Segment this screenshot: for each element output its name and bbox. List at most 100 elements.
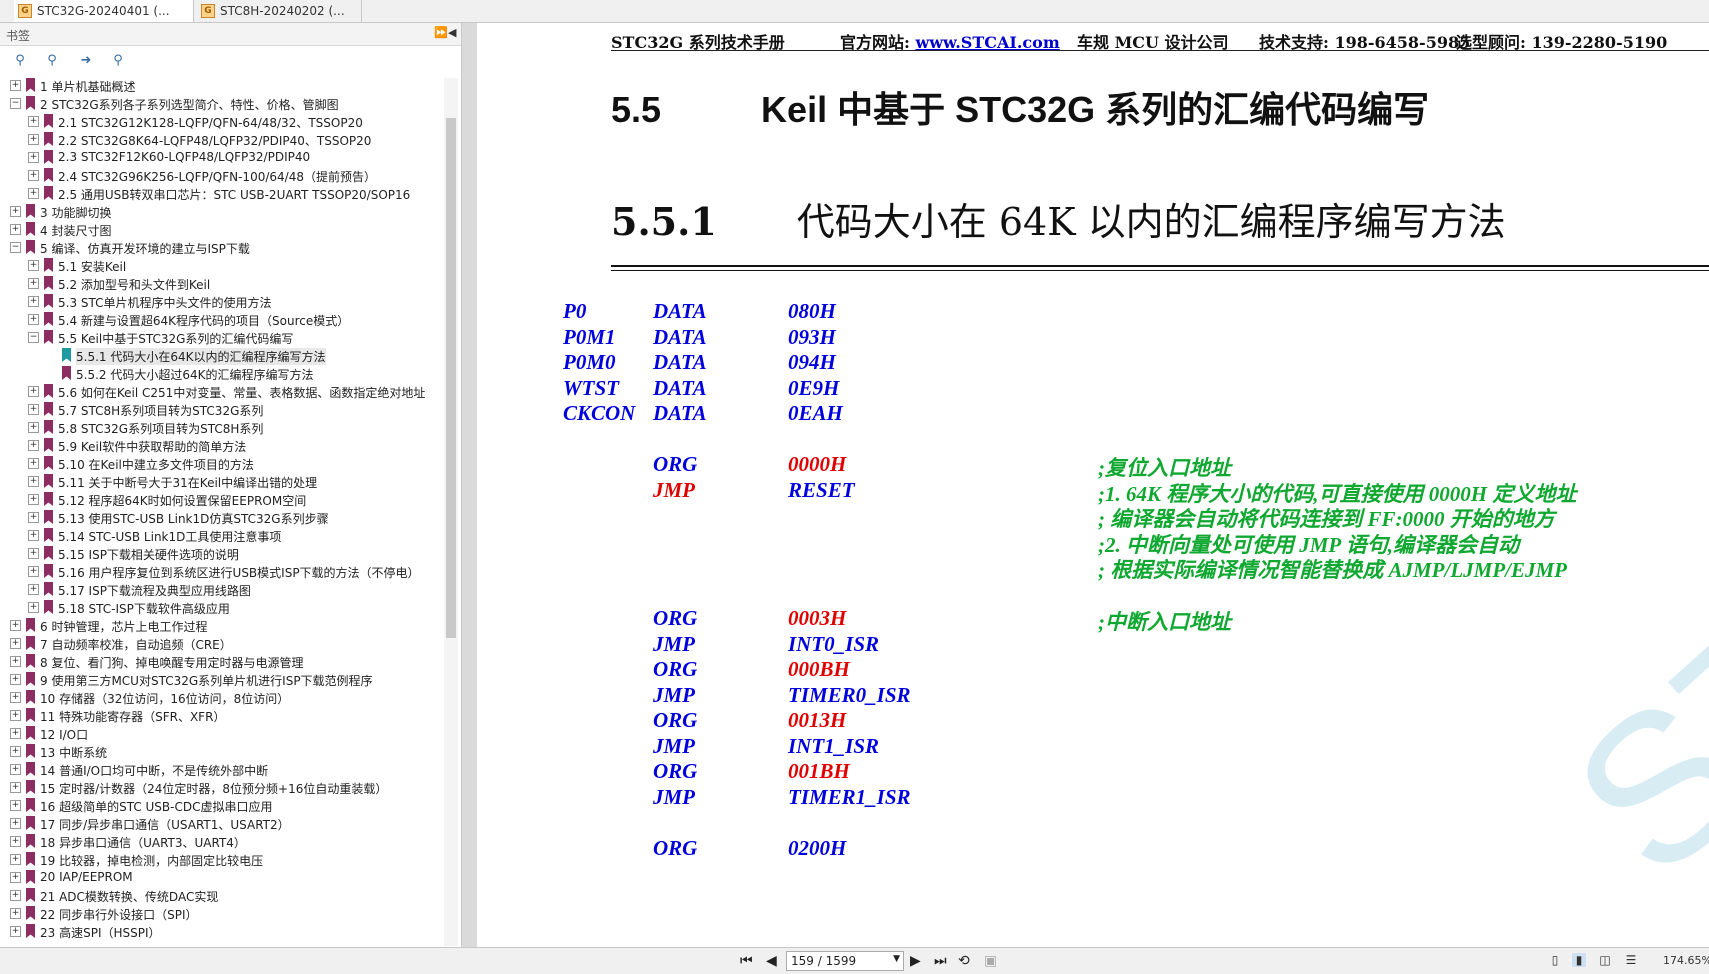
collapse-panel-icon[interactable]: ◀ <box>448 26 456 39</box>
expand-toggle-icon[interactable]: + <box>10 926 21 937</box>
bookmark-item[interactable]: +23 高速SPI（HSSPI） <box>0 922 440 940</box>
bookmark-item[interactable]: +5.15 ISP下载相关硬件选项的说明 <box>0 544 440 562</box>
expand-toggle-icon[interactable]: + <box>28 386 39 397</box>
fit-icon[interactable]: ▣ <box>984 953 997 969</box>
expand-toggle-icon[interactable]: + <box>10 656 21 667</box>
expand-toggle-icon[interactable]: + <box>10 692 21 703</box>
expand-toggle-icon[interactable]: + <box>28 458 39 469</box>
bookmark-item[interactable]: +22 同步串行外设接口（SPI） <box>0 904 440 922</box>
bookmark-item[interactable]: +5.10 在Keil中建立多文件项目的方法 <box>0 454 440 472</box>
bookmark-item[interactable]: +5.13 使用STC-USB Link1D仿真STC32G系列步骤 <box>0 508 440 526</box>
bookmark-item[interactable]: +4 封装尺寸图 <box>0 220 440 238</box>
bookmark-expand-icon[interactable]: ⚲ <box>12 53 28 69</box>
bookmark-item[interactable]: +5.14 STC-USB Link1D工具使用注意事项 <box>0 526 440 544</box>
expand-toggle-icon[interactable]: + <box>28 566 39 577</box>
bookmark-item[interactable]: − 5.5 Keil中基于STC32G系列的汇编代码编写 <box>0 328 440 346</box>
first-page-icon[interactable]: ⏮ <box>740 953 753 969</box>
expand-toggle-icon[interactable]: + <box>10 638 21 649</box>
bookmark-item[interactable]: +6 时钟管理，芯片上电工作过程 <box>0 616 440 634</box>
bookmark-item[interactable]: +5.1 安装Keil <box>0 256 440 274</box>
bookmark-item[interactable]: +5.2 添加型号和头文件到Keil <box>0 274 440 292</box>
expand-toggle-icon[interactable]: + <box>10 764 21 775</box>
bookmark-item[interactable]: +16 超级简单的STC USB-CDC虚拟串口应用 <box>0 796 440 814</box>
bookmark-item[interactable]: 5.5.1 代码大小在64K以内的汇编程序编写方法 <box>0 346 440 365</box>
expand-toggle-icon[interactable]: + <box>10 674 21 685</box>
bookmark-find-icon[interactable]: ⚲ <box>110 53 126 69</box>
expand-toggle-icon[interactable]: + <box>28 152 39 163</box>
bookmark-item[interactable]: +13 中断系统 <box>0 742 440 760</box>
bookmark-item[interactable]: +21 ADC模数转换、传统DAC实现 <box>0 886 440 904</box>
bookmark-item[interactable]: +19 比较器，掉电检测，内部固定比较电压 <box>0 850 440 868</box>
expand-toggle-icon[interactable]: + <box>10 890 21 901</box>
expand-toggle-icon[interactable]: + <box>28 512 39 523</box>
panel-splitter[interactable] <box>462 23 477 947</box>
bookmark-item[interactable]: +5.9 Keil软件中获取帮助的简单方法 <box>0 436 440 454</box>
expand-toggle-icon[interactable]: + <box>28 116 39 127</box>
expand-toggle-icon[interactable]: + <box>10 728 21 739</box>
bookmark-item[interactable]: +9 使用第三方MCU对STC32G系列单片机进行ISP下载范例程序 <box>0 670 440 688</box>
expand-toggle-icon[interactable]: + <box>10 854 21 865</box>
next-page-icon[interactable]: ▶ <box>910 953 921 969</box>
page-number-field[interactable]: 159 / 1599 ▼ <box>786 951 904 971</box>
expand-toggle-icon[interactable]: + <box>10 224 21 235</box>
expand-toggle-icon[interactable]: + <box>10 800 21 811</box>
rotate-icon[interactable]: ⟲ <box>958 953 970 969</box>
bookmark-item[interactable]: +11 特殊功能寄存器（SFR、XFR） <box>0 706 440 724</box>
bookmark-item[interactable]: 5.5.2 代码大小超过64K的汇编程序编写方法 <box>0 364 440 382</box>
expand-toggle-icon[interactable]: + <box>10 206 21 217</box>
bookmark-item[interactable]: +20 IAP/EEPROM <box>0 868 440 886</box>
expand-toggle-icon[interactable]: + <box>28 422 39 433</box>
expand-toggle-icon[interactable]: + <box>10 782 21 793</box>
expand-toggle-icon[interactable]: − <box>10 242 21 253</box>
bookmark-item[interactable]: +2.1 STC32G12K128-LQFP/QFN-64/48/32、TSSO… <box>0 112 440 130</box>
bookmark-goto-icon[interactable]: ➜ <box>78 53 94 69</box>
expand-toggle-icon[interactable]: + <box>10 710 21 721</box>
bookmark-item[interactable]: +12 I/O口 <box>0 724 440 742</box>
expand-toggle-icon[interactable]: + <box>28 530 39 541</box>
two-page-icon[interactable]: ◫ <box>1598 953 1612 967</box>
expand-toggle-icon[interactable]: + <box>28 440 39 451</box>
expand-toggle-icon[interactable]: − <box>28 332 39 343</box>
expand-toggle-icon[interactable]: + <box>10 872 21 883</box>
expand-toggle-icon[interactable]: + <box>10 818 21 829</box>
chevron-down-icon[interactable]: ▼ <box>893 954 900 964</box>
bookmark-item[interactable]: +5.8 STC32G系列项目转为STC8H系列 <box>0 418 440 436</box>
expand-toggle-icon[interactable]: + <box>28 260 39 271</box>
bookmark-item[interactable]: +7 自动频率校准，自动追频（CRE） <box>0 634 440 652</box>
single-page-icon[interactable]: ▯ <box>1548 953 1562 967</box>
bookmark-item[interactable]: +14 普通I/O口均可中断，不是传统外部中断 <box>0 760 440 778</box>
expand-toggle-icon[interactable]: + <box>10 836 21 847</box>
bookmark-item[interactable]: +15 定时器/计数器（24位定时器，8位预分频+16位自动重装载） <box>0 778 440 796</box>
bookmark-item[interactable]: +17 同步/异步串口通信（USART1、USART2） <box>0 814 440 832</box>
bookmark-item[interactable]: +18 异步串口通信（UART3、UART4） <box>0 832 440 850</box>
bookmark-item[interactable]: +2.4 STC32G96K256-LQFP/QFN-100/64/48（提前预… <box>0 166 440 184</box>
expand-toggle-icon[interactable]: + <box>28 296 39 307</box>
expand-toggle-icon[interactable]: + <box>10 746 21 757</box>
expand-toggle-icon[interactable]: + <box>10 908 21 919</box>
bookmark-item[interactable]: +1 单片机基础概述 <box>0 76 440 94</box>
bookmark-collapse-icon[interactable]: ⚲ <box>44 53 60 69</box>
last-page-icon[interactable]: ⏭ <box>934 953 947 969</box>
bookmark-item[interactable]: +5.4 新建与设置超64K程序代码的项目（Source模式） <box>0 310 440 328</box>
bookmark-item[interactable]: +5.7 STC8H系列项目转为STC32G系列 <box>0 400 440 418</box>
expand-toggle-icon[interactable]: + <box>28 602 39 613</box>
bookmark-item[interactable]: +3 功能脚切换 <box>0 202 440 220</box>
bookmark-item[interactable]: +5.17 ISP下载流程及典型应用线路图 <box>0 580 440 598</box>
header-site-link[interactable]: www.STCAI.com <box>915 33 1059 52</box>
expand-toggle-icon[interactable]: + <box>28 404 39 415</box>
bookmark-item[interactable]: +10 存储器（32位访问，16位访问，8位访问） <box>0 688 440 706</box>
expand-toggle-icon[interactable]: − <box>10 98 21 109</box>
two-page-continuous-icon[interactable]: ☰ <box>1624 953 1638 967</box>
expand-panel-icon[interactable]: ⏩ <box>434 26 448 39</box>
zoom-level[interactable]: 174.65% <box>1663 954 1709 967</box>
bookmark-item[interactable]: +2.3 STC32F12K60-LQFP48/LQFP32/PDIP40 <box>0 148 440 166</box>
expand-toggle-icon[interactable]: + <box>28 584 39 595</box>
bookmark-item[interactable]: +8 复位、看门狗、掉电唤醒专用定时器与电源管理 <box>0 652 440 670</box>
prev-page-icon[interactable]: ◀ <box>766 953 777 969</box>
expand-toggle-icon[interactable]: + <box>28 278 39 289</box>
tab-stc32g[interactable]: G STC32G-20240401 (... <box>14 0 194 22</box>
bookmark-item[interactable]: +5.11 关于中断号大于31在Keil中编译出错的处理 <box>0 472 440 490</box>
scrollbar-thumb[interactable] <box>446 118 456 638</box>
bookmark-item[interactable]: +5.18 STC-ISP下载软件高级应用 <box>0 598 440 616</box>
bookmark-item[interactable]: +5.16 用户程序复位到系统区进行USB模式ISP下载的方法（不停电） <box>0 562 440 580</box>
